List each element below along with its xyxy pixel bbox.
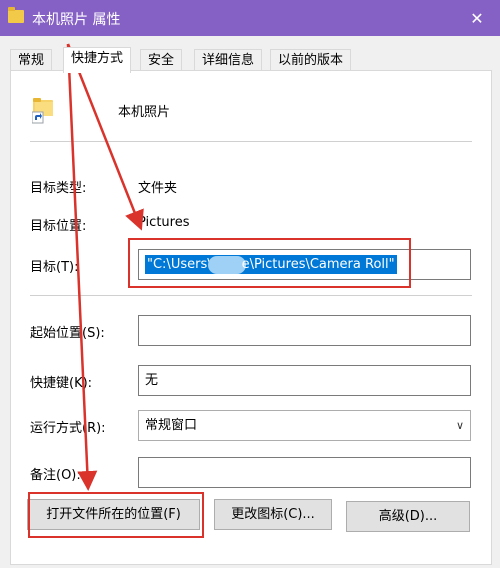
open-file-location-button[interactable]: 打开文件所在的位置(F) xyxy=(27,499,200,530)
comment-input[interactable] xyxy=(138,457,471,488)
run-label: 运行方式(R): xyxy=(30,421,106,436)
shortcut-arrow-icon xyxy=(32,111,44,124)
tab-general[interactable]: 常规 xyxy=(10,49,53,71)
run-select-value: 常规窗口 xyxy=(145,418,198,433)
target-label: 目标(T): xyxy=(30,260,79,275)
target-selected-text: "C:\Users\ e\Pictures\Camera Roll" xyxy=(145,255,397,274)
start-in-input[interactable] xyxy=(138,315,471,346)
run-select[interactable]: 常规窗口 ∨ xyxy=(138,410,471,441)
dialog-body: 常规 快捷方式 安全 详细信息 以前的版本 本机照片 目标类型: 文件夹 目标位… xyxy=(0,36,500,568)
shortcut-key-label: 快捷键(K): xyxy=(30,376,93,391)
target-location-label: 目标位置: xyxy=(30,219,87,234)
folder-icon xyxy=(8,7,24,23)
change-icon-button[interactable]: 更改图标(C)... xyxy=(214,499,332,530)
tab-previous-versions[interactable]: 以前的版本 xyxy=(270,49,352,71)
start-in-label: 起始位置(S): xyxy=(30,326,105,341)
redaction-blur xyxy=(207,255,246,274)
chevron-down-icon: ∨ xyxy=(455,419,464,432)
advanced-button[interactable]: 高级(D)... xyxy=(346,501,470,532)
title-bar: 本机照片 属性 ✕ xyxy=(0,0,500,36)
close-button[interactable]: ✕ xyxy=(454,0,500,36)
target-type-label: 目标类型: xyxy=(30,181,87,196)
divider xyxy=(30,295,472,296)
comment-label: 备注(O): xyxy=(30,468,81,483)
tab-shortcut[interactable]: 快捷方式 xyxy=(63,47,132,73)
tab-details[interactable]: 详细信息 xyxy=(194,49,263,71)
folder-icon xyxy=(32,98,53,124)
shortcut-panel: 本机照片 目标类型: 文件夹 目标位置: Pictures 目标(T): "C:… xyxy=(10,70,492,565)
target-type-value: 文件夹 xyxy=(138,181,178,196)
shortcut-name: 本机照片 xyxy=(118,105,171,120)
shortcut-key-input[interactable]: 无 xyxy=(138,365,471,396)
window-title: 本机照片 属性 xyxy=(32,12,121,28)
target-input[interactable]: "C:\Users\ e\Pictures\Camera Roll" xyxy=(138,249,471,280)
divider xyxy=(30,141,472,142)
target-location-value: Pictures xyxy=(138,215,190,230)
tab-security[interactable]: 安全 xyxy=(140,49,183,71)
